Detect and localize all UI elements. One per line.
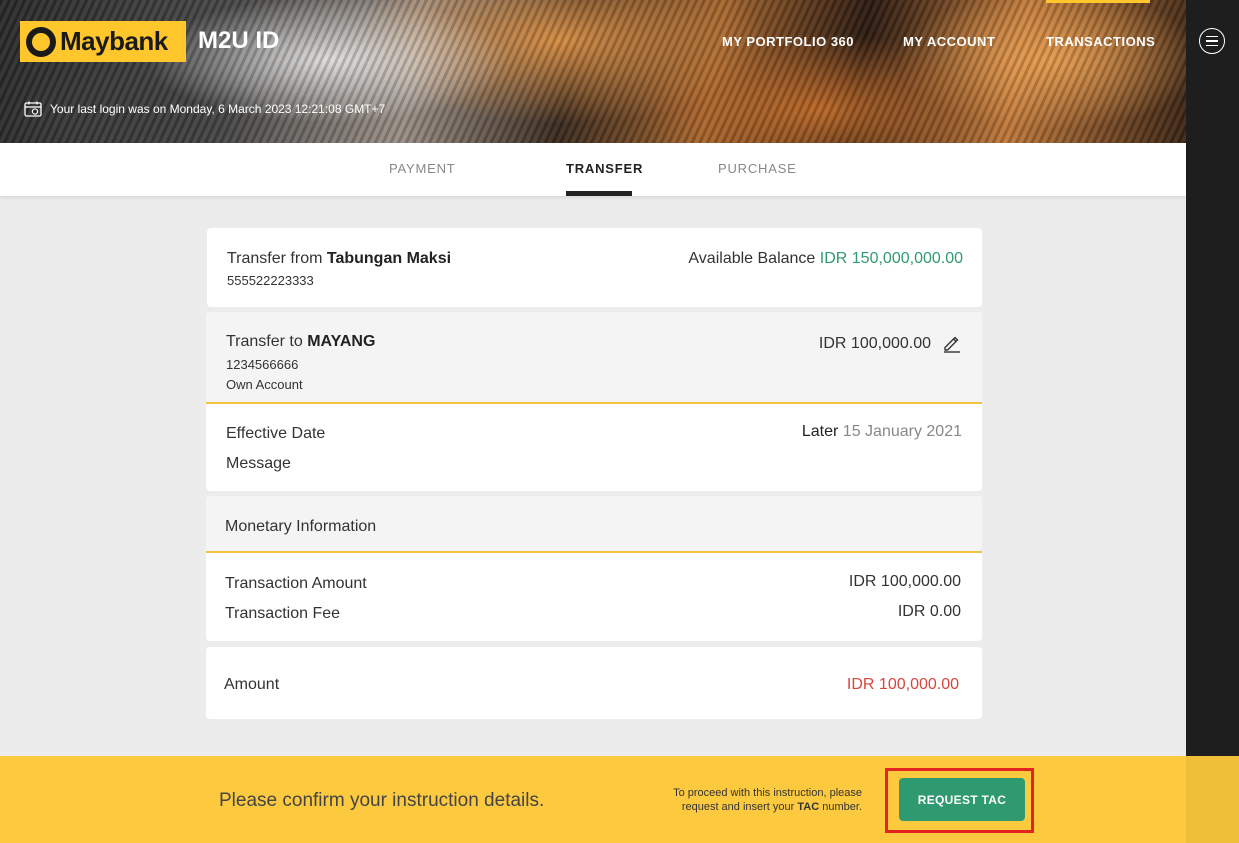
available-balance-value: IDR 150,000,000.00 bbox=[819, 250, 963, 267]
last-login-info: Your last login was on Monday, 6 March 2… bbox=[24, 101, 385, 117]
transaction-tabs: PAYMENT TRANSFER PURCHASE bbox=[0, 143, 1186, 196]
transfer-to-line: Transfer to MAYANG bbox=[226, 333, 375, 351]
available-balance: Available Balance IDR 150,000,000.00 bbox=[688, 250, 963, 268]
confirm-message: Please confirm your instruction details. bbox=[219, 790, 545, 811]
maybank-logo[interactable]: Maybank bbox=[20, 21, 186, 62]
app-title: M2U ID bbox=[198, 27, 280, 54]
total-amount-label: Amount bbox=[224, 676, 280, 693]
tab-transfer[interactable]: TRANSFER bbox=[566, 161, 643, 176]
message-label: Message bbox=[226, 455, 291, 472]
monetary-title: Monetary Information bbox=[225, 518, 377, 535]
tac-note-line1: To proceed with this instruction, please bbox=[673, 787, 862, 799]
transaction-amount-value: IDR 100,000.00 bbox=[848, 573, 961, 590]
total-amount-value: IDR 100,000.00 bbox=[846, 676, 959, 693]
calendar-icon bbox=[24, 101, 42, 117]
available-balance-label: Available Balance bbox=[688, 250, 816, 267]
nav-my-account[interactable]: MY ACCOUNT bbox=[903, 34, 995, 49]
tab-payment[interactable]: PAYMENT bbox=[389, 161, 456, 176]
recipient-section bbox=[206, 312, 982, 403]
hamburger-menu-icon[interactable] bbox=[1199, 28, 1225, 54]
tac-note-post: number. bbox=[822, 801, 862, 813]
nav-active-indicator bbox=[1046, 0, 1150, 3]
monetary-information-card: Monetary Information Transaction Amount … bbox=[206, 496, 982, 641]
effective-date-when: Later bbox=[801, 423, 839, 440]
source-account-number: 555522223333 bbox=[227, 273, 314, 288]
recipient-account-number: 1234566666 bbox=[226, 357, 299, 372]
tac-instruction-note: To proceed with this instruction, please… bbox=[600, 786, 862, 814]
tab-purchase[interactable]: PURCHASE bbox=[718, 161, 797, 176]
tac-note-line2: request and insert your bbox=[681, 801, 795, 813]
nav-my-portfolio-360[interactable]: MY PORTFOLIO 360 bbox=[722, 34, 854, 49]
footer-rail bbox=[1186, 756, 1239, 843]
transaction-fee-value: IDR 0.00 bbox=[897, 603, 961, 620]
transfer-from-card: Transfer from Tabungan Maksi 55552222333… bbox=[207, 228, 982, 307]
monetary-divider bbox=[206, 551, 982, 553]
source-account-name: Tabungan Maksi bbox=[326, 250, 452, 267]
tac-note-bold: TAC bbox=[797, 801, 820, 813]
effective-date: Later 15 January 2021 bbox=[802, 423, 962, 441]
total-amount-card: Amount IDR 100,000.00 bbox=[206, 647, 982, 719]
effective-date-label: Effective Date bbox=[226, 425, 326, 442]
active-tab-underline bbox=[566, 191, 632, 196]
transfer-from-line: Transfer from Tabungan Maksi bbox=[227, 250, 451, 268]
request-tac-button[interactable]: REQUEST TAC bbox=[899, 778, 1025, 821]
transaction-amount-label: Transaction Amount bbox=[225, 575, 367, 592]
section-divider bbox=[206, 402, 982, 404]
transfer-to-card: Transfer to MAYANG 1234566666 Own Accoun… bbox=[206, 312, 982, 491]
recipient-name: MAYANG bbox=[307, 333, 376, 350]
nav-transactions[interactable]: TRANSACTIONS bbox=[1046, 34, 1155, 49]
transfer-amount: IDR 100,000.00 bbox=[818, 335, 931, 352]
transfer-from-prefix: Transfer from bbox=[227, 250, 323, 267]
pencil-edit-icon[interactable] bbox=[942, 333, 962, 353]
effective-date-value: 15 January 2021 bbox=[842, 423, 962, 440]
recipient-account-type: Own Account bbox=[226, 377, 303, 392]
right-rail bbox=[1186, 0, 1239, 756]
brand-name: Maybank bbox=[60, 26, 168, 56]
tiger-logo-icon bbox=[26, 26, 56, 57]
transaction-fee-label: Transaction Fee bbox=[225, 605, 341, 622]
last-login-text: Your last login was on Monday, 6 March 2… bbox=[50, 102, 386, 116]
transfer-to-prefix: Transfer to bbox=[226, 333, 303, 350]
